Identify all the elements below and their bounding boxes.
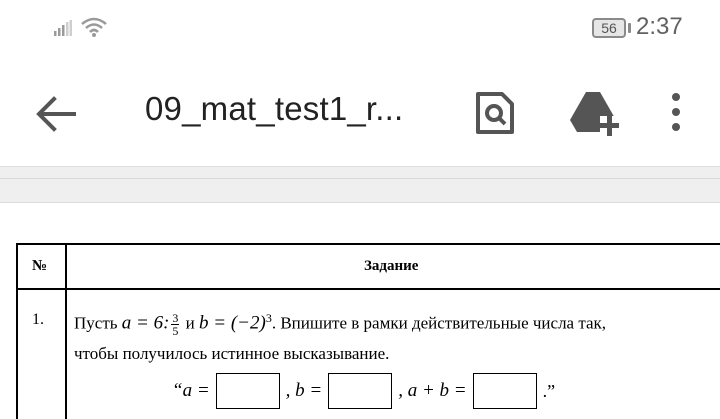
row-number: 1. — [32, 311, 44, 328]
answer-box-a[interactable] — [215, 373, 280, 409]
page-gap — [0, 166, 720, 203]
app-bar: 09_mat_test1_r... — [0, 56, 720, 166]
fraction-denominator: 5 — [172, 324, 179, 339]
battery-nub — [628, 23, 631, 33]
answer-sum-label: , a + b = — [398, 380, 467, 401]
status-time: 2:37 — [636, 13, 683, 40]
header-number: № — [32, 258, 48, 274]
divider-line — [0, 178, 720, 179]
document-page[interactable]: № Задание 1. Пусть a = 6: 3 5 и b = (−2)3.… — [0, 202, 720, 419]
drive-add-icon[interactable] — [566, 90, 620, 136]
signal-icon — [54, 20, 72, 36]
text-prefix: Пусть — [74, 313, 122, 333]
answer-box-b[interactable] — [328, 373, 393, 409]
table-border-top — [16, 243, 720, 245]
answer-box-sum[interactable] — [472, 373, 537, 409]
answer-line: “a = , b = , a + b = .” — [172, 371, 555, 411]
answer-close: .” — [542, 380, 556, 401]
b-expression: b = (−2) — [199, 312, 266, 334]
task-text-line2: чтобы получилось истинное высказывание. — [74, 344, 390, 363]
table-border-header — [16, 288, 720, 290]
wifi-icon — [81, 17, 107, 37]
status-bar: 56 2:37 — [0, 0, 720, 56]
more-vert-icon[interactable] — [664, 90, 688, 136]
a-expression: a = 6: — [121, 312, 170, 334]
find-in-page-icon[interactable] — [472, 90, 518, 136]
table-border-left — [16, 243, 18, 419]
battery-level: 56 — [592, 18, 626, 38]
header-task: Задание — [364, 258, 419, 274]
document-title: 09_mat_test1_r... — [145, 90, 404, 127]
answer-b-label: , b = — [285, 380, 323, 401]
back-arrow-icon[interactable] — [34, 94, 78, 134]
text-and: и — [181, 313, 200, 333]
text-suffix: . Впишите в рамки действительные числа т… — [271, 313, 607, 333]
battery-icon: 56 — [592, 18, 632, 38]
task-table: № Задание 1. Пусть a = 6: 3 5 и b = (−2)3.… — [16, 243, 720, 419]
answer-a-label: “a = — [172, 380, 210, 401]
fraction: 35 — [171, 312, 180, 339]
table-border-col — [65, 243, 67, 419]
task-text-line1: Пусть a = 6: 3 5 и b = (−2)3. Впишите в ра… — [74, 311, 606, 337]
